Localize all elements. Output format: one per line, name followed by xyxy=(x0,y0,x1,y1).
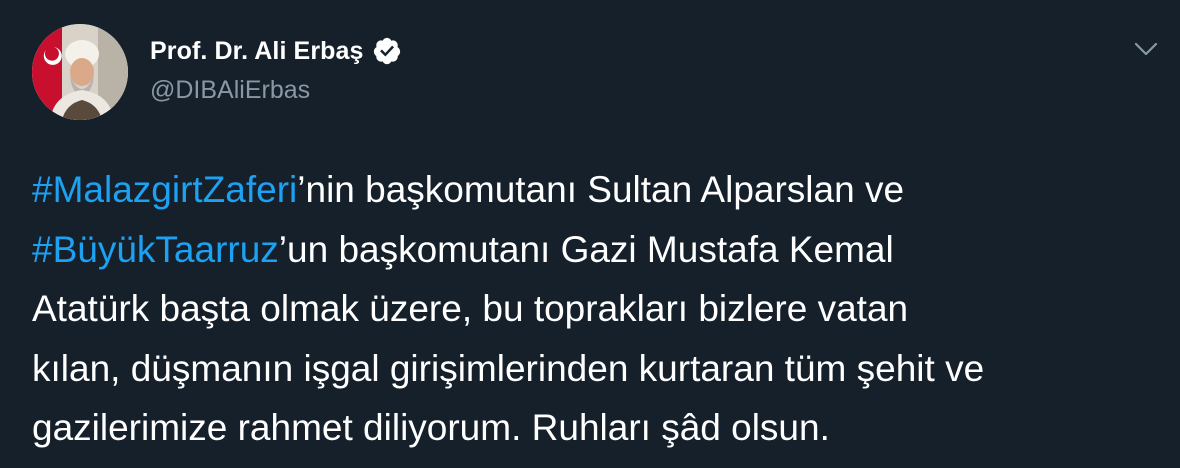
user-handle[interactable]: @DIBAliErbas xyxy=(150,76,310,105)
avatar[interactable] xyxy=(32,24,128,120)
tweet-text-line2: ’un başkomutanı Gazi Mustafa Kemal xyxy=(278,228,894,270)
tweet-text-line4: kılan, düşmanın işgal girişimlerinden ku… xyxy=(32,347,985,389)
hashtag-link-buyuktaarruz[interactable]: #BüyükTaarruz xyxy=(32,229,279,270)
tweet-text: #MalazgirtZaferi’nin başkomutanı Sultan … xyxy=(32,160,1162,458)
tweet-card: Prof. Dr. Ali Erbaş @DIBAliErbas #Malazg… xyxy=(0,0,1180,468)
name-row: Prof. Dr. Ali Erbaş xyxy=(150,36,402,66)
profile-photo xyxy=(32,24,128,120)
tweet-text-line5: gazilerimize rahmet diliyorum. Ruhları ş… xyxy=(32,407,830,448)
chevron-down-icon[interactable] xyxy=(1134,40,1158,58)
hashtag-link-malazgirtzaferi[interactable]: #MalazgirtZaferi xyxy=(32,169,297,210)
tweet-text-line1: ’nin başkomutanı Sultan Alparslan ve xyxy=(297,169,905,210)
tweet-text-line3: Atatürk başta olmak üzere, bu toprakları… xyxy=(32,288,909,329)
verified-badge-icon xyxy=(373,37,400,65)
display-name[interactable]: Prof. Dr. Ali Erbaş xyxy=(150,37,364,66)
